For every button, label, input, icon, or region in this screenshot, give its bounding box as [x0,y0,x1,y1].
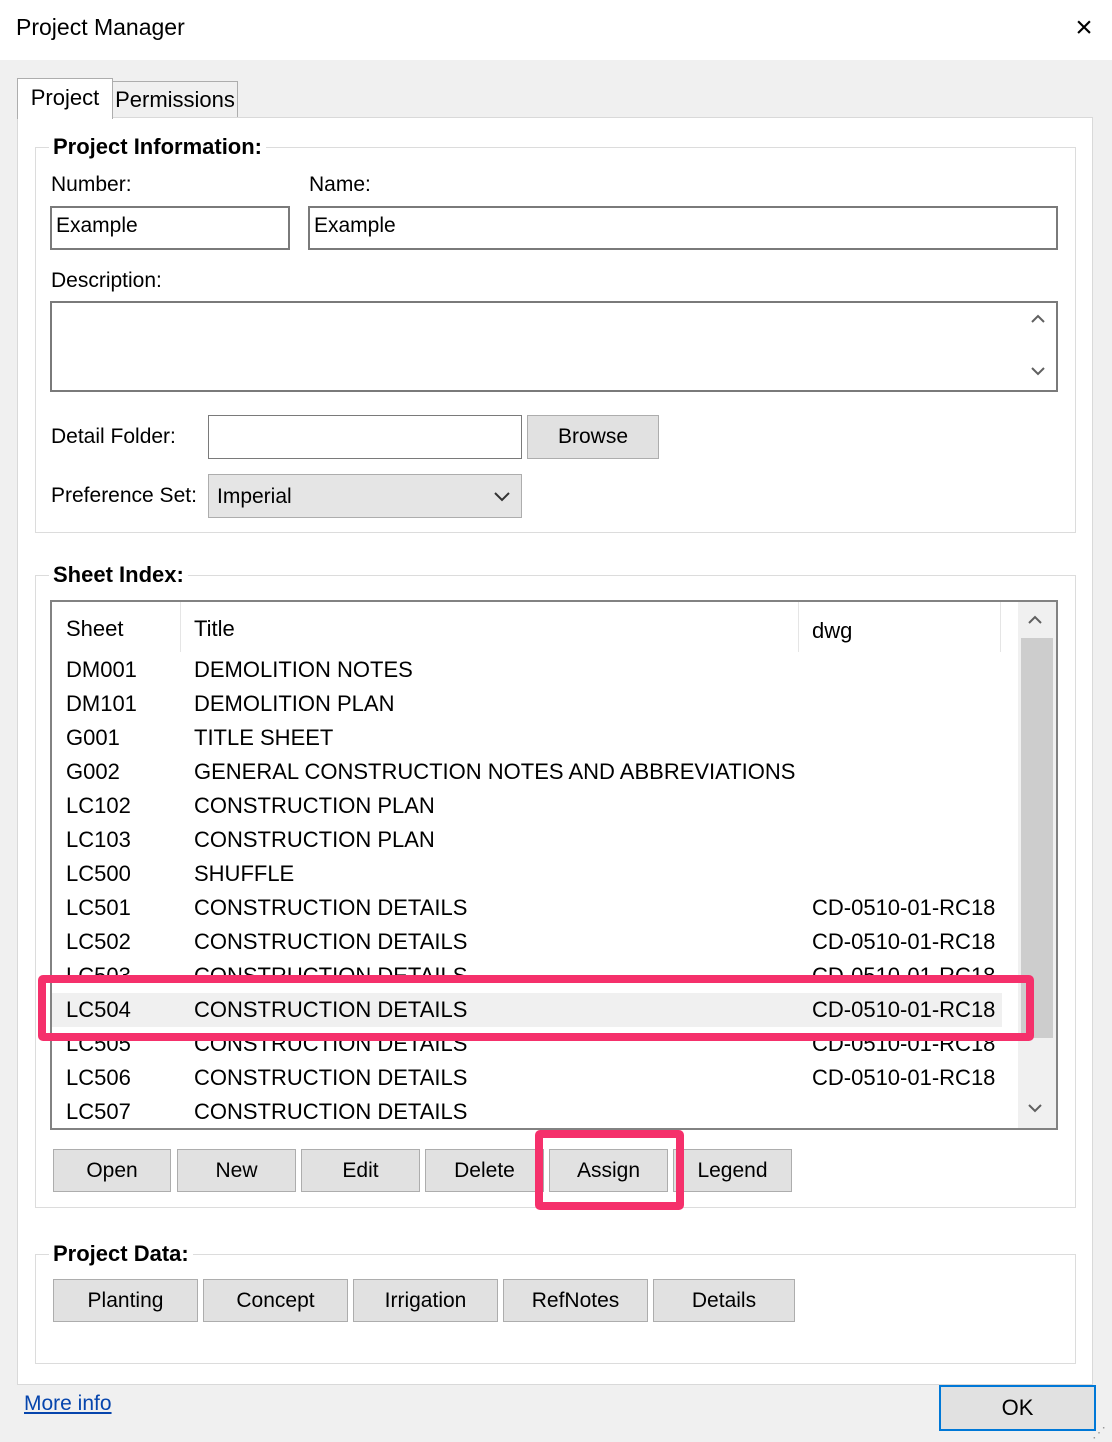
table-row[interactable]: DM001 DEMOLITION NOTES [52,653,1002,687]
open-button[interactable]: Open [53,1149,171,1192]
column-divider [798,602,799,652]
sheet-cell: LC102 [66,793,131,818]
table-row[interactable]: LC502 CONSTRUCTION DETAILS CD-0510-01-RC18 [52,925,1002,959]
table-row[interactable]: LC500 SHUFFLE [52,857,1002,891]
sheet-cell: LC502 [66,929,131,954]
title-cell: DEMOLITION NOTES [194,657,413,682]
sheet-cell: LC507 [66,1099,131,1124]
refnotes-button[interactable]: RefNotes [503,1279,648,1322]
sheet-cell: LC500 [66,861,131,886]
number-input[interactable]: Example [50,206,290,250]
table-row[interactable]: LC501 CONSTRUCTION DETAILS CD-0510-01-RC18 [52,891,1002,925]
tab-project[interactable]: Project [17,78,113,119]
sheet-cell: G001 [66,725,120,750]
dwg-cell: CD-0510-01-RC18 [812,929,996,954]
project-data-legend: Project Data: [49,1241,193,1267]
column-header-title[interactable]: Title [194,616,235,642]
window-title: Project Manager [16,14,185,40]
preference-set-label: Preference Set: [51,484,197,507]
concept-button[interactable]: Concept [203,1279,348,1322]
delete-button[interactable]: Delete [425,1149,544,1192]
details-button[interactable]: Details [653,1279,795,1322]
list-header: Sheet Title dwg [52,602,1002,654]
planting-button[interactable]: Planting [53,1279,198,1322]
dwg-cell: CD-0510-01-RC18 [812,1065,996,1090]
browse-button[interactable]: Browse [527,415,659,459]
edit-button[interactable]: Edit [301,1149,420,1192]
sheet-cell: LC506 [66,1065,131,1090]
column-divider [180,602,181,652]
table-row[interactable]: G002 GENERAL CONSTRUCTION NOTES AND ABBRE… [52,755,1002,789]
assign-highlight-annotation [535,1130,684,1210]
table-row[interactable]: LC506 CONSTRUCTION DETAILS CD-0510-01-RC18 [52,1061,1002,1095]
chevron-down-icon [493,489,511,508]
sheet-index-list[interactable]: Sheet Title dwg DM001 DEMOLITION NOTES DM1… [50,600,1058,1130]
title-cell: TITLE SHEET [194,725,334,750]
title-cell: DEMOLITION PLAN [194,691,395,716]
title-cell: CONSTRUCTION DETAILS [194,895,468,920]
table-row[interactable]: LC507 CONSTRUCTION DETAILS [52,1095,1002,1128]
legend-button[interactable]: Legend [673,1149,792,1192]
title-cell: CONSTRUCTION DETAILS [194,1065,468,1090]
irrigation-button[interactable]: Irrigation [353,1279,498,1322]
title-cell: CONSTRUCTION PLAN [194,827,435,852]
more-info-link[interactable]: More info [24,1392,112,1416]
resize-grip-icon[interactable]: ⋰ [1092,1424,1108,1440]
project-information-legend: Project Information: [49,134,267,160]
new-button[interactable]: New [177,1149,296,1192]
title-cell: GENERAL CONSTRUCTION NOTES AND ABBREVIAT… [194,759,796,784]
chevron-down-icon[interactable] [1028,359,1048,383]
dwg-cell: CD-0510-01-RC18 [812,895,996,920]
table-row[interactable]: DM101 DEMOLITION PLAN [52,687,1002,721]
sheet-cell: LC103 [66,827,131,852]
preference-set-select[interactable]: Imperial [208,474,522,518]
title-cell: CONSTRUCTION DETAILS [194,929,468,954]
sheet-cell: LC501 [66,895,131,920]
sheet-cell: DM001 [66,657,137,682]
table-row[interactable]: LC102 CONSTRUCTION PLAN [52,789,1002,823]
tab-permissions[interactable]: Permissions [112,81,238,117]
row-highlight-annotation [38,975,1034,1041]
title-cell: CONSTRUCTION PLAN [194,793,435,818]
chevron-up-icon[interactable] [1028,307,1048,331]
ok-button[interactable]: OK [939,1385,1096,1431]
chevron-down-icon[interactable] [1018,1096,1052,1126]
description-input[interactable] [50,301,1058,392]
column-header-dwg[interactable]: dwg [812,618,852,644]
chevron-up-icon[interactable] [1018,606,1052,636]
description-label: Description: [51,269,162,292]
sheet-cell: G002 [66,759,120,784]
sheet-index-legend: Sheet Index: [49,562,188,588]
number-label: Number: [51,173,132,196]
table-row[interactable]: LC103 CONSTRUCTION PLAN [52,823,1002,857]
column-divider [1000,602,1001,652]
detail-folder-input[interactable] [208,415,522,459]
detail-folder-label: Detail Folder: [51,425,176,448]
column-header-sheet[interactable]: Sheet [66,616,124,642]
title-cell: SHUFFLE [194,861,295,886]
title-cell: CONSTRUCTION DETAILS [194,1099,468,1124]
name-label: Name: [309,173,371,196]
scrollbar-track[interactable] [1018,602,1056,1128]
table-row[interactable]: G001 TITLE SHEET [52,721,1002,755]
sheet-cell: DM101 [66,691,137,716]
name-input[interactable]: Example [308,206,1058,250]
preference-set-value: Imperial [217,485,292,508]
close-icon[interactable]: × [1066,10,1102,46]
